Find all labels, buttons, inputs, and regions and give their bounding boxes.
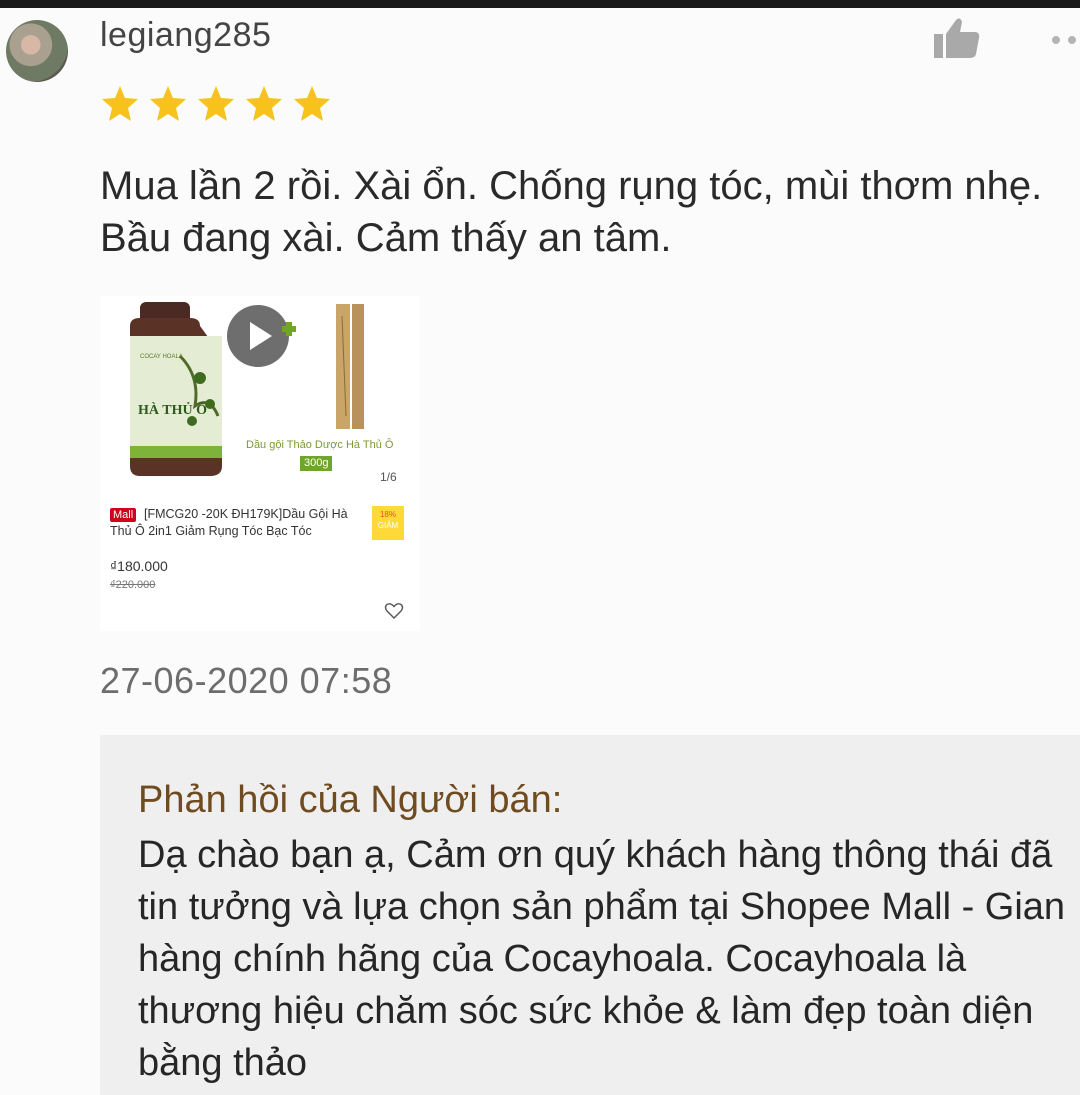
star-icon	[246, 86, 282, 121]
seller-reply-text: Dạ chào bạn ạ, Cảm ơn quý khách hàng thô…	[138, 834, 1066, 1084]
discount-percent: 18%	[379, 510, 396, 519]
reviewer-username[interactable]: legiang285	[100, 16, 271, 55]
seller-reply-heading: Phản hồi của Người bán:	[138, 779, 563, 821]
product-title[interactable]: [FMCG20 -20K ĐH179K]Dầu Gội Hà Thủ Ô 2in…	[110, 506, 360, 540]
discount-label: GIẢM	[377, 521, 399, 530]
product-old-price: ₫220.000	[110, 579, 156, 591]
top-status-bar	[0, 0, 1080, 8]
weight-tag: 300g	[300, 456, 333, 471]
rating-stars	[100, 84, 332, 124]
more-dots-icon[interactable]	[1048, 30, 1080, 50]
discount-badge: 18% GIẢM	[372, 506, 404, 540]
image-counter: 1/6	[380, 470, 397, 484]
seller-reply: Phản hồi của Người bán: Dạ chào bạn ạ, C…	[100, 735, 1080, 1095]
image-caption: Dầu gội Thảo Dược Hà Thủ Ô	[246, 439, 394, 451]
star-icon	[198, 86, 234, 121]
star-icon	[150, 86, 186, 121]
star-icon	[102, 86, 138, 121]
product-media-card[interactable]: COCAY HOALA HÀ THỦ Ô Dầu gội Thảo Dược H…	[100, 296, 420, 631]
heart-icon[interactable]	[384, 602, 404, 620]
avatar[interactable]	[6, 20, 68, 82]
review-text: Mua lần 2 rồi. Xài ổn. Chống rụng tóc, m…	[100, 164, 1043, 260]
mall-badge: Mall	[110, 508, 137, 522]
review-timestamp: 27-06-2020 07:58	[100, 660, 393, 701]
bottle-label: HÀ THỦ Ô	[138, 401, 207, 418]
star-icon	[294, 86, 330, 121]
thumbs-up-icon[interactable]	[932, 16, 982, 60]
brand-label: COCAY HOALA	[140, 354, 183, 360]
product-price: ₫180.000	[110, 558, 168, 574]
